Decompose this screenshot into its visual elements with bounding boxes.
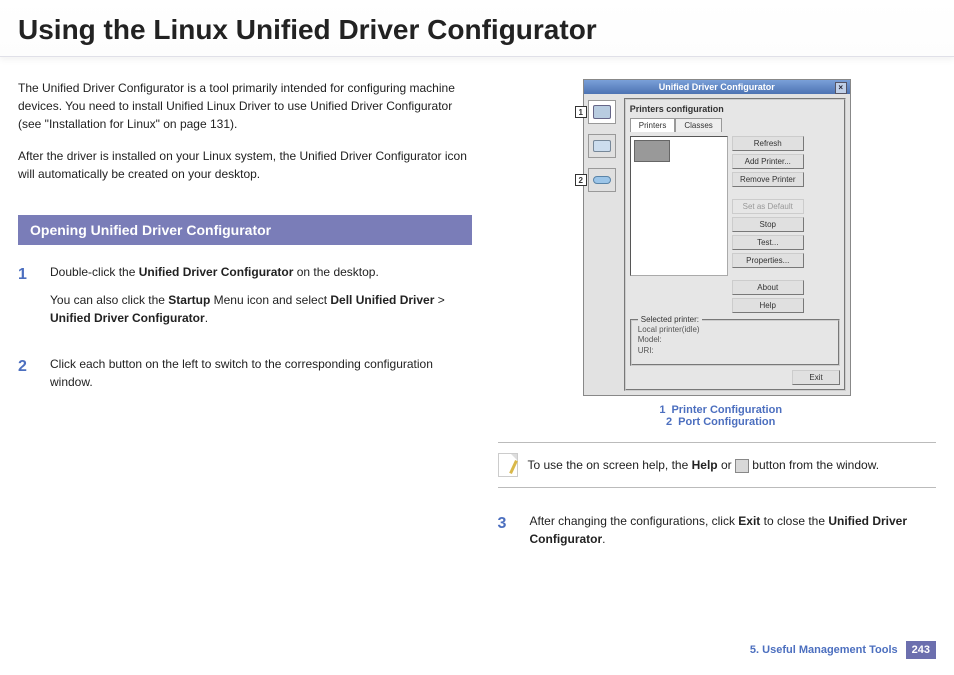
text: Menu icon and select — [210, 293, 330, 307]
app-window: Unified Driver Configurator × 1 2 — [583, 79, 851, 396]
button-column: Refresh Add Printer... Remove Printer Se… — [732, 136, 804, 313]
set-default-button: Set as Default — [732, 199, 804, 214]
tab-printers[interactable]: Printers — [630, 118, 676, 132]
screenshot-figure: Unified Driver Configurator × 1 2 — [498, 79, 937, 396]
add-printer-button[interactable]: Add Printer... — [732, 154, 804, 169]
printer-list[interactable] — [630, 136, 728, 276]
text: > — [434, 293, 444, 307]
step-2: 2 Click each button on the left to switc… — [18, 355, 472, 401]
window-title: Unified Driver Configurator — [659, 82, 775, 92]
list-item[interactable] — [634, 140, 670, 162]
content: The Unified Driver Configurator is a too… — [0, 57, 954, 576]
text: on the desktop. — [293, 265, 378, 279]
tabs: Printers Classes — [630, 118, 840, 132]
selected-title: Selected printer: — [638, 315, 702, 324]
properties-button[interactable]: Properties... — [732, 253, 804, 268]
test-button[interactable]: Test... — [732, 235, 804, 250]
intro: The Unified Driver Configurator is a too… — [18, 79, 472, 183]
bold-text: Startup — [168, 293, 210, 307]
note-icon — [498, 453, 518, 477]
step-1: 1 Double-click the Unified Driver Config… — [18, 263, 472, 337]
text: to close the — [760, 514, 828, 528]
tip-text: To use the on screen help, the Help or b… — [528, 458, 880, 473]
text: . — [602, 532, 605, 546]
step-number: 1 — [18, 263, 36, 337]
port-config-icon[interactable]: 2 — [588, 168, 616, 192]
tab-classes[interactable]: Classes — [675, 118, 721, 132]
step-body: Double-click the Unified Driver Configur… — [50, 263, 472, 337]
callout-1: 1 — [575, 106, 587, 118]
step-body: Click each button on the left to switch … — [50, 355, 472, 401]
page-title: Using the Linux Unified Driver Configura… — [0, 0, 954, 57]
exit-row: Exit — [630, 370, 840, 385]
printer-config-icon[interactable]: 1 — [588, 100, 616, 124]
legend-row-2: 2 Port Configuration — [498, 416, 937, 428]
text: button from the window. — [749, 458, 879, 472]
bold-text: Dell Unified Driver — [330, 293, 434, 307]
stop-button[interactable]: Stop — [732, 217, 804, 232]
legend-row-1: 1 Printer Configuration — [498, 404, 937, 416]
bold-text: Help — [692, 458, 718, 472]
config-panel: Printers configuration Printers Classes … — [624, 98, 846, 391]
window-titlebar: Unified Driver Configurator × — [584, 80, 850, 94]
legend-text: Port Configuration — [678, 416, 775, 428]
step-3: 3 After changing the configurations, cli… — [498, 512, 937, 558]
selected-printer-box: Selected printer: Local printer(idle) Mo… — [630, 319, 840, 366]
selected-line: Local printer(idle) — [638, 325, 832, 335]
step-number: 2 — [18, 355, 36, 401]
text: You can also click the — [50, 293, 168, 307]
scanner-icon — [593, 140, 611, 152]
text: Click each button on the left to switch … — [50, 355, 472, 391]
remove-printer-button[interactable]: Remove Printer — [732, 172, 804, 187]
scanner-config-icon[interactable] — [588, 134, 616, 158]
text: To use the on screen help, the — [528, 458, 692, 472]
intro-p1: The Unified Driver Configurator is a too… — [18, 79, 472, 133]
port-icon — [593, 176, 611, 184]
bold-text: Unified Driver Configurator — [50, 311, 205, 325]
text: or — [718, 458, 735, 472]
left-column: The Unified Driver Configurator is a too… — [18, 79, 472, 576]
help-icon — [735, 459, 749, 473]
selected-line: URI: — [638, 346, 832, 356]
page-number: 243 — [906, 641, 936, 659]
legend-num: 2 — [658, 416, 672, 428]
bold-text: Unified Driver Configurator — [139, 265, 294, 279]
page-footer: 5. Useful Management Tools 243 — [750, 641, 936, 659]
step-number: 3 — [498, 512, 516, 558]
text: After changing the configurations, click — [530, 514, 739, 528]
icon-sidebar: 1 2 — [584, 94, 620, 395]
legend-text: Printer Configuration — [671, 404, 782, 416]
window-body: 1 2 Printers configuration — [584, 94, 850, 395]
legend-num: 1 — [651, 404, 665, 416]
bold-text: Exit — [738, 514, 760, 528]
callout-2: 2 — [575, 174, 587, 186]
exit-button[interactable]: Exit — [792, 370, 839, 385]
text: Double-click the — [50, 265, 139, 279]
tip-box: To use the on screen help, the Help or b… — [498, 442, 937, 488]
chapter-label: 5. Useful Management Tools — [750, 644, 898, 656]
close-icon[interactable]: × — [835, 82, 847, 94]
help-button[interactable]: Help — [732, 298, 804, 313]
intro-p2: After the driver is installed on your Li… — [18, 147, 472, 183]
selected-line: Model: — [638, 335, 832, 345]
about-button[interactable]: About — [732, 280, 804, 295]
figure-legend: 1 Printer Configuration 2 Port Configurati… — [498, 404, 937, 428]
printer-icon — [593, 105, 611, 119]
section-heading: Opening Unified Driver Configurator — [18, 215, 472, 245]
text: . — [205, 311, 208, 325]
step-body: After changing the configurations, click… — [530, 512, 937, 558]
panel-main: Refresh Add Printer... Remove Printer Se… — [630, 136, 840, 313]
refresh-button[interactable]: Refresh — [732, 136, 804, 151]
panel-title: Printers configuration — [630, 104, 840, 114]
right-column: Unified Driver Configurator × 1 2 — [498, 79, 937, 576]
